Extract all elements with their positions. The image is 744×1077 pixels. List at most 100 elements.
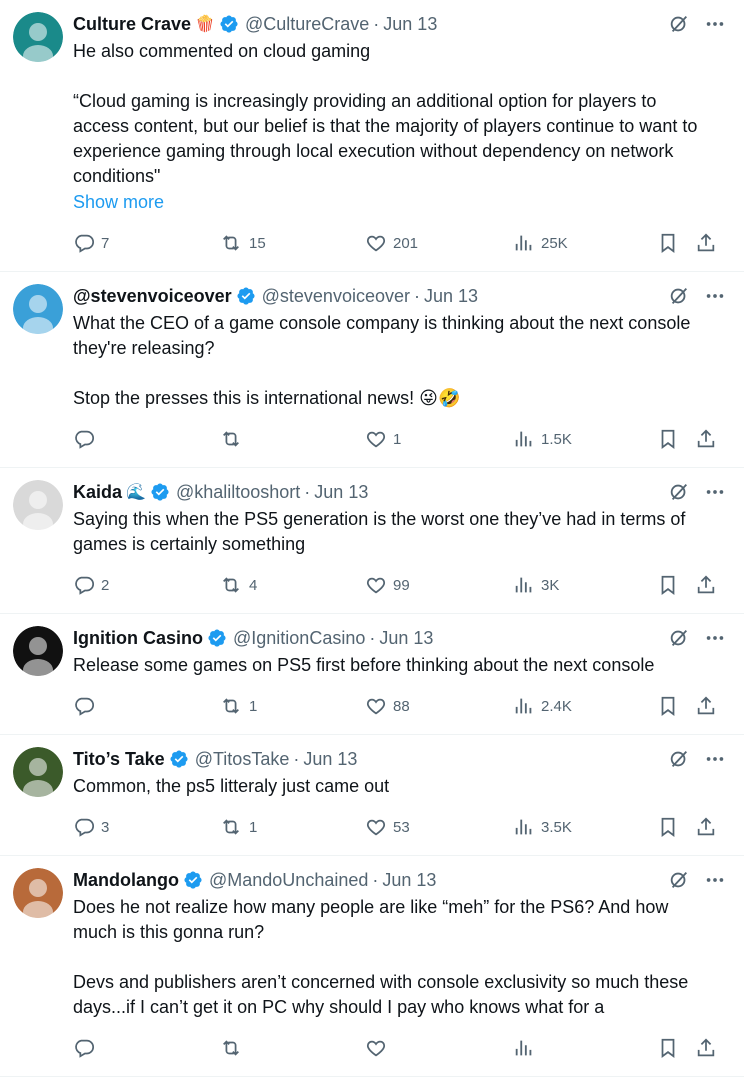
tweet-date[interactable]: Jun 13	[314, 482, 368, 503]
display-name[interactable]: Kaida	[73, 482, 122, 503]
views-button[interactable]: 3.5K	[513, 816, 572, 838]
bookmark-button[interactable]	[657, 232, 679, 254]
reply-button[interactable]	[73, 428, 101, 450]
display-name[interactable]: Culture Crave	[73, 14, 191, 35]
user-handle[interactable]: @MandoUnchained	[209, 870, 368, 891]
tweet-text: Common, the ps5 litteraly just came out	[73, 776, 390, 796]
user-handle[interactable]: @IgnitionCasino	[233, 628, 365, 649]
bookmark-button[interactable]	[657, 695, 679, 717]
reply-button[interactable]	[73, 1037, 101, 1059]
more-icon[interactable]	[704, 481, 726, 503]
share-button[interactable]	[695, 695, 717, 717]
views-button[interactable]	[513, 1037, 541, 1059]
tweet[interactable]: Kaida 🌊 @khaliltooshort · Jun 13 Saying …	[0, 468, 744, 614]
bookmark-button[interactable]	[657, 816, 679, 838]
repost-button[interactable]	[219, 1037, 249, 1059]
show-more-link[interactable]: Show more	[73, 190, 728, 215]
grok-icon[interactable]	[668, 627, 690, 649]
views-button[interactable]: 2.4K	[513, 695, 572, 717]
share-button[interactable]	[695, 1037, 717, 1059]
avatar[interactable]	[13, 284, 63, 334]
tweet[interactable]: Culture Crave 🍿 @CultureCrave · Jun 13 H…	[0, 0, 744, 272]
tweet-date[interactable]: Jun 13	[383, 14, 437, 35]
display-name[interactable]: @stevenvoiceover	[73, 286, 232, 307]
bookmark-button[interactable]	[657, 574, 679, 596]
share-button[interactable]	[695, 816, 717, 838]
share-button[interactable]	[695, 232, 717, 254]
like-button[interactable]: 88	[365, 695, 410, 717]
repost-button[interactable]: 4	[219, 574, 257, 596]
like-button[interactable]: 1	[365, 428, 401, 450]
reply-button[interactable]	[73, 695, 101, 717]
tweet-actions: 3 1 53 3.5K	[73, 799, 728, 855]
repost-icon	[223, 431, 239, 447]
tweet[interactable]: Tito’s Take @TitosTake · Jun 13 Common, …	[0, 735, 744, 856]
reply-button[interactable]: 3	[73, 816, 109, 838]
views-button[interactable]: 25K	[513, 232, 568, 254]
more-icon[interactable]	[704, 869, 726, 891]
separator-dot: ·	[373, 13, 380, 34]
bookmark-button[interactable]	[657, 428, 679, 450]
reply-icon	[75, 234, 95, 253]
avatar[interactable]	[13, 747, 63, 797]
avatar[interactable]	[13, 868, 63, 918]
avatar[interactable]	[13, 626, 63, 676]
verified-badge-icon	[236, 286, 256, 306]
repost-button[interactable]: 1	[219, 695, 257, 717]
tweet-date[interactable]: Jun 13	[424, 286, 478, 307]
user-handle[interactable]: @TitosTake	[195, 749, 290, 770]
views-button[interactable]: 3K	[513, 574, 559, 596]
display-name[interactable]: Tito’s Take	[73, 749, 165, 770]
share-button[interactable]	[695, 428, 717, 450]
tweet[interactable]: @stevenvoiceover @stevenvoiceover · Jun …	[0, 272, 744, 468]
tweet[interactable]: Mandolango @MandoUnchained · Jun 13 Does…	[0, 856, 744, 1077]
view-count: 3.5K	[541, 818, 572, 836]
tweet-date[interactable]: Jun 13	[303, 749, 357, 770]
views-icon	[515, 819, 532, 835]
avatar[interactable]	[13, 480, 63, 530]
bookmark-icon	[661, 696, 675, 716]
user-handle[interactable]: @CultureCrave	[245, 14, 369, 35]
separator-dot: ·	[413, 285, 420, 306]
tweet-top-actions	[668, 747, 726, 771]
tweet[interactable]: Ignition Casino @IgnitionCasino · Jun 13…	[0, 614, 744, 735]
display-name[interactable]: Ignition Casino	[73, 628, 203, 649]
reply-button[interactable]: 2	[73, 574, 109, 596]
views-icon	[515, 698, 532, 714]
tweet-date[interactable]: Jun 13	[379, 628, 433, 649]
repost-button[interactable]	[219, 428, 249, 450]
more-icon[interactable]	[704, 627, 726, 649]
grok-icon[interactable]	[668, 748, 690, 770]
repost-button[interactable]: 1	[219, 816, 257, 838]
tweet-text: Release some games on PS5 first before t…	[73, 655, 655, 675]
reply-icon	[75, 430, 95, 449]
repost-button[interactable]: 15	[219, 232, 266, 254]
user-handle[interactable]: @khaliltooshort	[176, 482, 300, 503]
repost-count: 1	[249, 818, 258, 836]
like-button[interactable]	[365, 1037, 393, 1059]
like-count: 53	[393, 818, 410, 836]
grok-icon[interactable]	[668, 285, 690, 307]
more-icon[interactable]	[704, 748, 726, 770]
like-button[interactable]: 53	[365, 816, 410, 838]
tweet-date[interactable]: Jun 13	[382, 870, 436, 891]
grok-icon[interactable]	[668, 869, 690, 891]
views-button[interactable]: 1.5K	[513, 428, 572, 450]
avatar[interactable]	[13, 12, 63, 62]
like-button[interactable]: 99	[365, 574, 410, 596]
display-name[interactable]: Mandolango	[73, 870, 179, 891]
reply-count: 2	[101, 576, 110, 594]
more-icon[interactable]	[704, 285, 726, 307]
bookmark-icon	[661, 233, 675, 253]
share-button[interactable]	[695, 574, 717, 596]
verified-badge-icon	[207, 628, 227, 648]
user-handle[interactable]: @stevenvoiceover	[262, 286, 410, 307]
repost-icon	[223, 577, 239, 593]
grok-icon[interactable]	[668, 13, 690, 35]
grok-icon[interactable]	[668, 481, 690, 503]
like-button[interactable]: 201	[365, 232, 418, 254]
bookmark-button[interactable]	[657, 1037, 679, 1059]
tweet-actions	[73, 1020, 728, 1076]
reply-button[interactable]: 7	[73, 232, 109, 254]
more-icon[interactable]	[704, 13, 726, 35]
